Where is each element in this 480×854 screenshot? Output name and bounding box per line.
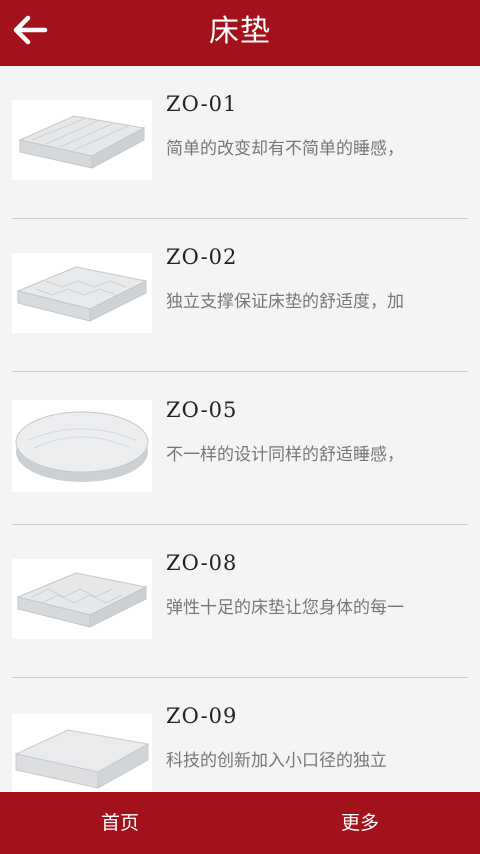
product-description: 科技的创新加入小口径的独立 xyxy=(166,751,387,771)
mattress-image xyxy=(12,253,152,333)
product-code: ZO-01 xyxy=(166,92,238,116)
product-description: 独立支撑保证床垫的舒适度，加 xyxy=(166,292,404,312)
mattress-image xyxy=(12,559,152,639)
product-item-zo-08[interactable]: ZO-08 弹性十足的床垫让您身体的每一 xyxy=(0,525,480,678)
mattress-image xyxy=(12,400,152,492)
product-item-zo-05[interactable]: ZO-05 不一样的设计同样的舒适睡感， xyxy=(0,372,480,525)
product-item-zo-01[interactable]: ZO-01 简单的改变却有不简单的睡感， xyxy=(0,66,480,219)
product-item-zo-02[interactable]: ZO-02 独立支撑保证床垫的舒适度，加 xyxy=(0,219,480,372)
product-item-zo-09[interactable]: ZO-09 科技的创新加入小口径的独立 xyxy=(0,678,480,792)
mattress-image xyxy=(12,714,152,792)
bottom-nav: 首页 更多 xyxy=(0,792,480,854)
product-description: 不一样的设计同样的舒适睡感， xyxy=(166,445,404,465)
product-code: ZO-08 xyxy=(166,551,238,575)
more-button[interactable]: 更多 xyxy=(240,792,480,854)
product-description: 弹性十足的床垫让您身体的每一 xyxy=(166,598,404,618)
product-list: ZO-01 简单的改变却有不简单的睡感， ZO-02 独立支撑保证床垫的舒适度，… xyxy=(0,66,480,792)
mattress-image xyxy=(12,100,152,180)
home-button[interactable]: 首页 xyxy=(0,792,240,854)
page-title: 床垫 xyxy=(209,14,271,49)
product-code: ZO-09 xyxy=(166,704,238,728)
product-code: ZO-02 xyxy=(166,245,238,269)
product-code: ZO-05 xyxy=(166,398,238,422)
header-bar: 床垫 xyxy=(0,0,480,66)
product-description: 简单的改变却有不简单的睡感， xyxy=(166,139,404,159)
